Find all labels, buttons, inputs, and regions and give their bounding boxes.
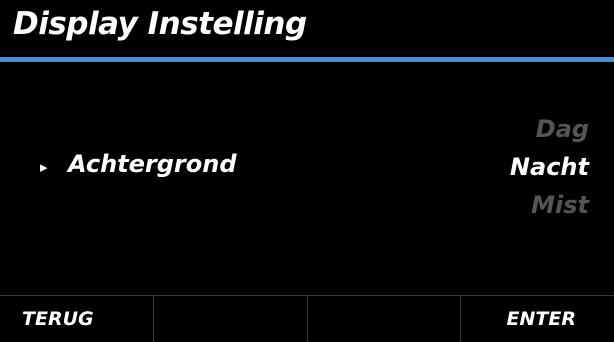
setting-label: Achtergrond — [68, 150, 237, 178]
header-bar: Display Instelling — [0, 0, 614, 58]
softkey-3[interactable] — [308, 296, 462, 342]
option-dag[interactable]: Dag — [510, 110, 589, 148]
enter-softkey-label: ENTER — [506, 308, 576, 330]
option-mist[interactable]: Mist — [510, 186, 589, 224]
back-softkey[interactable]: TERUG — [0, 296, 154, 342]
option-nacht[interactable]: Nacht — [510, 148, 589, 186]
softkey-2[interactable] — [154, 296, 308, 342]
pointer-right-icon: ▸ — [40, 158, 48, 176]
option-list[interactable]: Dag Nacht Mist — [510, 110, 589, 224]
back-softkey-label: TERUG — [22, 308, 94, 330]
softkey-bar: TERUG ENTER — [0, 296, 614, 342]
setting-row-background[interactable]: ▸ Achtergrond Dag Nacht Mist — [0, 62, 614, 296]
page-title: Display Instelling — [13, 6, 307, 42]
enter-softkey[interactable]: ENTER — [461, 296, 614, 342]
